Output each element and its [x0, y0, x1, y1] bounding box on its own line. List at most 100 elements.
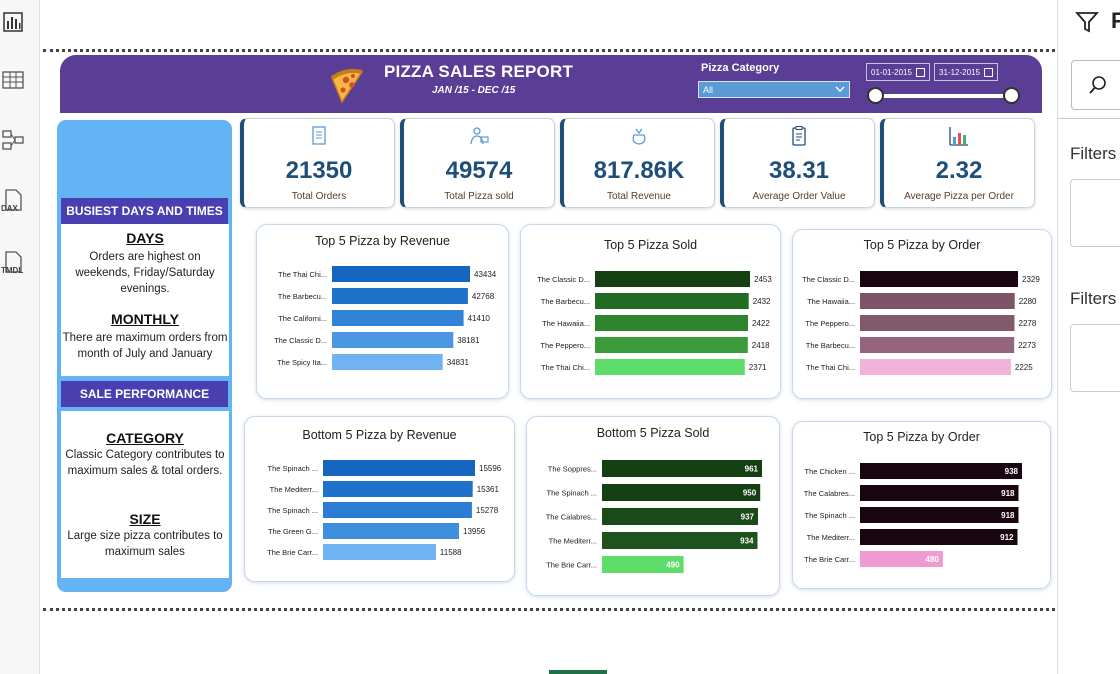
data-label: 934 [740, 537, 754, 546]
data-label: 480 [926, 555, 940, 564]
bar[interactable] [602, 532, 758, 549]
kpi-total-revenue: 817.86K Total Revenue [560, 118, 715, 208]
category-tick-label: The Thai Chi... [541, 363, 590, 372]
bar[interactable] [860, 271, 1018, 287]
chart-title: Bottom 5 Pizza Sold [597, 426, 710, 440]
bar[interactable] [602, 508, 758, 525]
date-slider-end-handle[interactable] [1003, 87, 1020, 104]
bar[interactable] [323, 523, 459, 539]
report-view-icon[interactable] [0, 8, 26, 36]
chart-top5-revenue[interactable]: Top 5 Pizza by Revenue The Thai Chi... 434… [256, 224, 509, 399]
size-title: SIZE [129, 511, 161, 527]
kpi-average-pizza-per-order: 2.32 Average Pizza per Order [880, 118, 1035, 208]
data-label: 950 [743, 489, 757, 498]
bar[interactable] [595, 293, 749, 309]
category-tick-label: The Soppres... [548, 465, 597, 474]
chart-top5-sold[interactable]: Top 5 Pizza Sold The Classic D... 2453 The … [520, 224, 781, 399]
kpi-value: 2.32 [935, 157, 983, 184]
chart-bottom5-by-order[interactable]: Top 5 Pizza by Order The Chicken ... 938 Th… [792, 421, 1051, 589]
view-switcher-rail: DAX TMDL [0, 0, 40, 674]
bar[interactable] [602, 484, 761, 501]
bar[interactable] [860, 463, 1022, 479]
bar[interactable] [323, 502, 472, 518]
filters-all-pages-well[interactable] [1070, 324, 1120, 392]
power-bi-report-view: DAX TMDL PIZZA SALES REPORT JAN /15 - DE… [0, 0, 1120, 674]
bar[interactable] [860, 293, 1015, 309]
tmdl-view-icon[interactable]: TMDL [0, 248, 26, 276]
date-range-slider-track[interactable] [876, 94, 1012, 98]
bar[interactable] [323, 460, 475, 476]
days-text: Orders are highest on weekends, Friday/S… [75, 251, 215, 295]
bar-chart-icon [949, 127, 968, 146]
bar[interactable] [860, 507, 1019, 523]
bar[interactable] [595, 271, 750, 287]
money-bag-icon [632, 128, 646, 145]
filter-icon[interactable] [1075, 10, 1099, 34]
category-tick-label: The Spinach ... [547, 489, 597, 498]
bar[interactable] [595, 359, 745, 375]
kpi-total-pizza-sold: 49574 Total Pizza sold [400, 118, 555, 208]
bar[interactable] [332, 332, 454, 348]
bar[interactable] [323, 481, 473, 497]
kpi-label: Average Order Value [752, 191, 846, 202]
bar[interactable] [860, 337, 1015, 353]
monthly-text: There are maximum orders from month of J… [62, 332, 228, 360]
bar-chart-svg: Bottom 5 Pizza by Revenue The Spinach ...… [267, 428, 502, 560]
table-view-icon[interactable] [0, 66, 26, 94]
category-text: Classic Category contributes to maximum … [65, 449, 225, 477]
bar[interactable] [602, 460, 762, 477]
bar-chart-svg: Top 5 Pizza by Order The Chicken ... 938 Th… [804, 430, 1022, 567]
data-label: 15361 [477, 485, 500, 494]
category-tick-label: The Chicken ... [805, 467, 855, 476]
bar[interactable] [332, 288, 468, 304]
category-tick-label: The Mediterr... [549, 537, 597, 546]
end-date-input[interactable]: 31-12-2015 [934, 63, 998, 81]
calendar-icon [983, 67, 993, 77]
filters-search-input[interactable] [1071, 60, 1120, 110]
chart-bottom5-revenue[interactable]: Bottom 5 Pizza by Revenue The Spinach ...… [244, 416, 515, 582]
category-tick-label: The Calabres... [546, 513, 597, 522]
category-tick-label: The Classic D... [274, 336, 327, 345]
chart-top5-by-order[interactable]: Top 5 Pizza by Order The Classic D... 2329… [792, 229, 1052, 399]
data-label: 15596 [479, 464, 502, 473]
bar[interactable] [332, 266, 470, 282]
data-label: 38181 [457, 336, 480, 345]
delivery-person-icon [470, 127, 489, 145]
chart-bottom5-sold[interactable]: Bottom 5 Pizza Sold The Soppres... 961 The … [526, 416, 780, 596]
category-tick-label: The Mediterr... [807, 533, 855, 542]
category-tick-label: The Spicy Ita... [277, 358, 327, 367]
bar[interactable] [860, 359, 1011, 375]
dax-query-view-icon[interactable]: DAX [0, 186, 26, 214]
category-tick-label: The Thai Chi... [278, 270, 327, 279]
bar[interactable] [860, 315, 1015, 331]
kpi-value: 817.86K [593, 157, 685, 184]
bar[interactable] [860, 485, 1019, 501]
chart-title: Bottom 5 Pizza by Revenue [302, 428, 456, 442]
pizza-category-dropdown[interactable]: All [698, 81, 850, 98]
bar[interactable] [323, 544, 436, 560]
model-view-icon[interactable] [0, 126, 26, 154]
active-page-tab-indicator[interactable] [549, 670, 607, 674]
bar[interactable] [595, 337, 748, 353]
data-label: 2225 [1015, 363, 1033, 372]
data-label: 2280 [1019, 297, 1037, 306]
kpi-label: Average Pizza per Order [904, 191, 1014, 202]
category-tick-label: The Classic D... [802, 275, 855, 284]
data-label: 2273 [1018, 341, 1036, 350]
data-label: 43434 [474, 270, 497, 279]
report-title: PIZZA SALES REPORT [384, 62, 574, 81]
search-icon [1089, 76, 1106, 94]
start-date-input[interactable]: 01-01-2015 [866, 63, 930, 81]
days-title: DAYS [126, 230, 164, 246]
kpi-average-order-value: 38.31 Average Order Value [720, 118, 875, 208]
bar[interactable] [332, 310, 464, 326]
top-divider [43, 49, 1055, 52]
category-tick-label: The Peppero... [540, 341, 590, 350]
category-tick-label: The Spinach ... [805, 511, 855, 520]
date-slider-start-handle[interactable] [867, 87, 884, 104]
bar[interactable] [332, 354, 443, 370]
bar[interactable] [595, 315, 748, 331]
filters-on-page-well[interactable] [1070, 179, 1120, 247]
bar[interactable] [860, 529, 1018, 545]
data-label: 2422 [752, 319, 770, 328]
